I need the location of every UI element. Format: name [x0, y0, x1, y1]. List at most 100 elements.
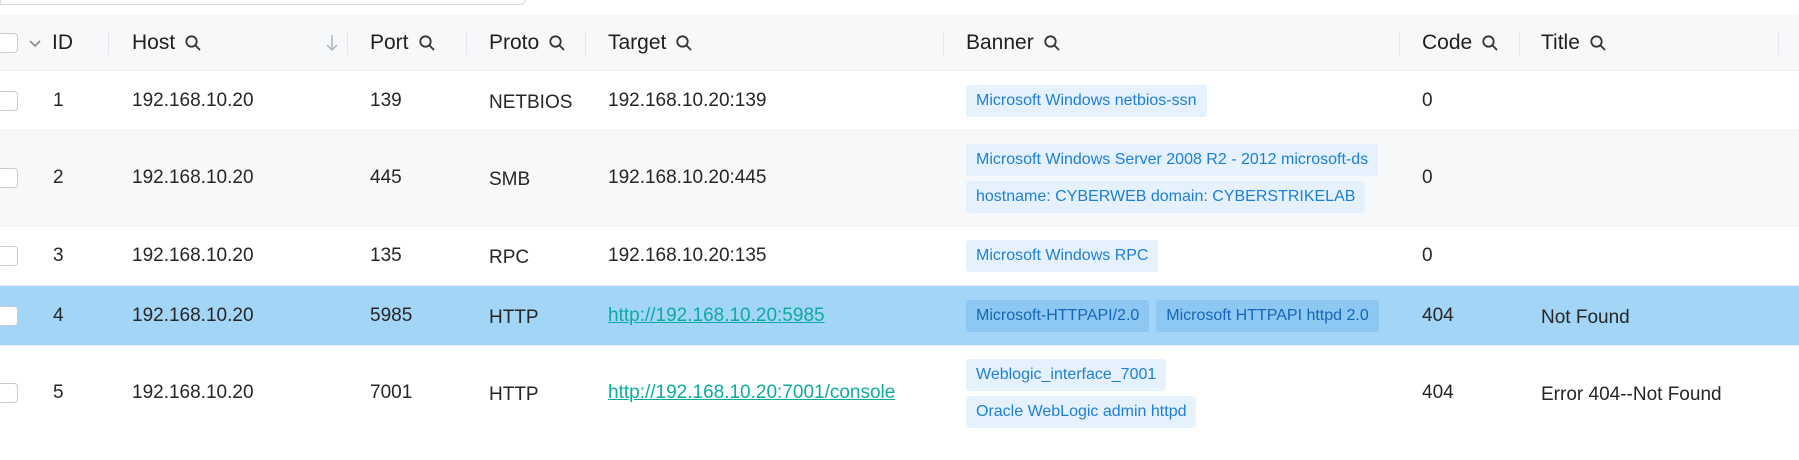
column-header-id[interactable]: ID [52, 15, 73, 70]
banner-tag: hostname: CYBERWEB domain: CYBERSTRIKELA… [966, 180, 1366, 213]
results-page: ID Host Port Proto Target Banner Code Ti… [0, 0, 1799, 460]
target-link[interactable]: http://192.168.10.20:5985 [608, 305, 825, 327]
column-divider[interactable] [585, 31, 586, 55]
cell-id: 3 [53, 244, 64, 266]
cell-code: 404 [1422, 304, 1454, 326]
row-select-cell[interactable] [0, 71, 26, 130]
cell-code: 404 [1422, 382, 1454, 403]
column-header-target-label: Target [608, 30, 667, 54]
cell-target: http://192.168.10.20:7001/console [608, 346, 895, 440]
cell-host: 192.168.10.20 [132, 382, 254, 403]
cell-port: 139 [370, 89, 402, 111]
select-all-checkbox[interactable] [0, 32, 18, 53]
row-select-cell[interactable] [0, 286, 26, 345]
table-row[interactable]: 2 192.168.10.20 445 SMB 192.168.10.20:44… [0, 131, 1799, 226]
search-icon[interactable] [547, 33, 567, 53]
column-header-proto-label: Proto [489, 30, 540, 54]
banner-tag: Microsoft Windows RPC [966, 239, 1159, 272]
cell-banner: Microsoft Windows netbios-ssn [966, 71, 1396, 130]
select-all-cell[interactable] [0, 15, 26, 70]
column-header-code-label: Code [1422, 30, 1473, 54]
cell-id: 2 [53, 167, 64, 188]
cell-target: 192.168.10.20:135 [608, 244, 767, 266]
sort-arrow-down-icon[interactable] [322, 33, 342, 53]
column-header-target[interactable]: Target [608, 15, 694, 70]
row-select-cell[interactable] [0, 346, 26, 440]
row-checkbox[interactable] [0, 168, 18, 188]
column-header-host-label: Host [132, 30, 176, 54]
cell-banner: Microsoft Windows RPC [966, 226, 1396, 285]
cell-code: 0 [1422, 167, 1433, 188]
search-icon[interactable] [417, 33, 437, 53]
column-divider[interactable] [1778, 31, 1779, 55]
cell-port: 445 [370, 167, 402, 188]
column-divider[interactable] [466, 31, 467, 55]
cell-title: Error 404--Not Found [1541, 384, 1722, 405]
cell-target: 192.168.10.20:445 [608, 167, 767, 188]
cell-port: 5985 [370, 304, 413, 326]
search-input-edge[interactable] [0, 0, 526, 5]
chevron-down-icon[interactable] [28, 36, 42, 50]
cell-banner: Microsoft Windows Server 2008 R2 - 2012 … [966, 131, 1396, 225]
cell-code: 0 [1422, 244, 1433, 266]
cell-host: 192.168.10.20 [132, 244, 254, 266]
column-header-id-label: ID [52, 30, 73, 54]
column-header-port[interactable]: Port [370, 15, 437, 70]
banner-tag: Microsoft-HTTPAPI/2.0 [966, 299, 1150, 332]
column-header-banner[interactable]: Banner [966, 15, 1062, 70]
row-select-cell[interactable] [0, 226, 26, 285]
row-checkbox[interactable] [0, 383, 18, 403]
column-header-title-label: Title [1541, 30, 1580, 54]
column-divider[interactable] [1399, 31, 1400, 55]
cell-port: 135 [370, 244, 402, 266]
cell-proto: RPC [489, 246, 530, 268]
cell-id: 5 [53, 382, 64, 403]
cell-port: 7001 [370, 382, 413, 403]
column-header-code[interactable]: Code [1422, 15, 1500, 70]
column-divider[interactable] [1519, 31, 1520, 55]
column-divider[interactable] [108, 31, 109, 55]
search-icon[interactable] [183, 33, 203, 53]
column-header-banner-label: Banner [966, 30, 1034, 54]
table-row-selected[interactable]: 4 192.168.10.20 5985 HTTP http://192.168… [0, 286, 1799, 346]
row-checkbox[interactable] [0, 245, 18, 266]
cell-banner: Microsoft-HTTPAPI/2.0 Microsoft HTTPAPI … [966, 286, 1396, 345]
banner-tag: Microsoft Windows netbios-ssn [966, 84, 1207, 117]
table-row[interactable]: 1 192.168.10.20 139 NETBIOS 192.168.10.2… [0, 71, 1799, 131]
search-icon[interactable] [1588, 33, 1608, 53]
toolbar-strip [0, 0, 1799, 16]
cell-target: 192.168.10.20:139 [608, 89, 767, 111]
cell-host: 192.168.10.20 [132, 167, 254, 188]
row-select-cell[interactable] [0, 131, 26, 225]
cell-banner: Weblogic_interface_7001 Oracle WebLogic … [966, 346, 1396, 440]
banner-tag: Microsoft Windows Server 2008 R2 - 2012 … [966, 143, 1379, 176]
search-icon[interactable] [674, 33, 694, 53]
cell-id: 1 [53, 89, 64, 111]
row-checkbox[interactable] [0, 305, 18, 326]
column-divider[interactable] [347, 31, 348, 55]
expand-all-cell[interactable] [28, 15, 44, 70]
column-divider[interactable] [943, 31, 944, 55]
cell-proto: HTTP [489, 306, 539, 328]
banner-tag: Weblogic_interface_7001 [966, 358, 1167, 391]
cell-id: 4 [53, 304, 64, 326]
column-header-host[interactable]: Host [132, 15, 203, 70]
cell-proto: NETBIOS [489, 91, 573, 113]
cell-title: Not Found [1541, 306, 1630, 328]
cell-code: 0 [1422, 89, 1433, 111]
table-row[interactable]: 3 192.168.10.20 135 RPC 192.168.10.20:13… [0, 226, 1799, 286]
column-header-proto[interactable]: Proto [489, 15, 567, 70]
table-header: ID Host Port Proto Target Banner Code Ti… [0, 15, 1799, 71]
search-icon[interactable] [1480, 33, 1500, 53]
search-icon[interactable] [1042, 33, 1062, 53]
results-table: ID Host Port Proto Target Banner Code Ti… [0, 15, 1799, 440]
cell-target: http://192.168.10.20:5985 [608, 286, 825, 345]
table-row[interactable]: 5 192.168.10.20 7001 HTTP http://192.168… [0, 346, 1799, 440]
column-header-port-label: Port [370, 30, 409, 54]
cell-host: 192.168.10.20 [132, 304, 254, 326]
cell-host: 192.168.10.20 [132, 89, 254, 111]
banner-tag: Microsoft HTTPAPI httpd 2.0 [1156, 299, 1379, 332]
column-header-title[interactable]: Title [1541, 15, 1608, 70]
target-link[interactable]: http://192.168.10.20:7001/console [608, 382, 895, 404]
row-checkbox[interactable] [0, 90, 18, 111]
